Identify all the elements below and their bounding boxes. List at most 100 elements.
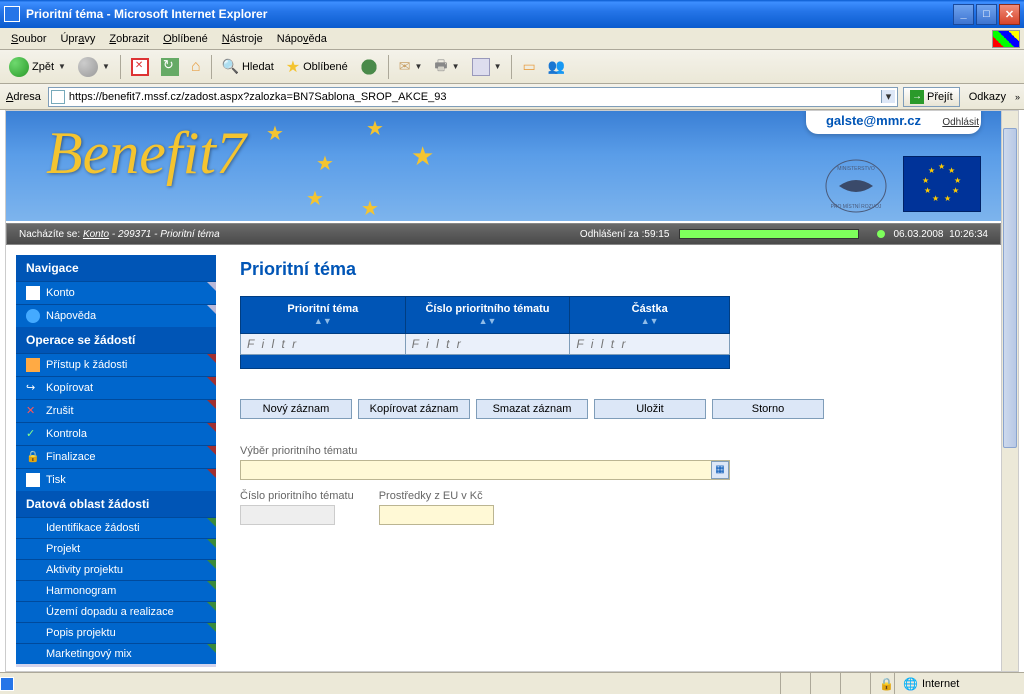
message-icon: ▭ xyxy=(522,58,535,75)
ulozit-button[interactable]: Uložit xyxy=(594,399,706,419)
messenger-button[interactable]: 👥 xyxy=(543,54,570,80)
window-title: Prioritní téma - Microsoft Internet Expl… xyxy=(26,7,953,21)
vertical-scrollbar[interactable] xyxy=(1001,111,1018,671)
print-button[interactable]: 🖶▼ xyxy=(429,54,464,80)
page-title: Prioritní téma xyxy=(240,259,977,280)
sort-icon[interactable]: ▲▼ xyxy=(314,316,332,326)
session-progress xyxy=(679,229,859,239)
sidebar-item-kopirovat[interactable]: ↪Kopírovat xyxy=(16,376,216,399)
sidebar-item-napoveda[interactable]: Nápověda xyxy=(16,304,216,327)
window-titlebar: Prioritní téma - Microsoft Internet Expl… xyxy=(0,0,1024,28)
menu-zobrazit[interactable]: Zobrazit xyxy=(102,31,156,47)
links-label[interactable]: Odkazy xyxy=(965,91,1010,103)
col-prioritni-tema[interactable]: Prioritní téma▲▼ xyxy=(241,297,406,334)
sidebar-item-kontrola[interactable]: ✓Kontrola xyxy=(16,422,216,445)
status-bar: 🔒 🌐Internet xyxy=(0,672,1024,694)
kopirovat-zaznam-button[interactable]: Kopírovat záznam xyxy=(358,399,470,419)
edit-button[interactable]: ▼ xyxy=(467,54,507,80)
forward-dropdown-icon[interactable]: ▼ xyxy=(102,62,110,71)
separator xyxy=(388,55,389,79)
logout-link[interactable]: Odhlásit xyxy=(942,117,979,128)
vyber-input[interactable]: ▦ xyxy=(240,460,730,480)
col-castka[interactable]: Částka▲▼ xyxy=(570,297,730,334)
sidebar-item-identifikace[interactable]: Identifikace žádosti xyxy=(16,517,216,538)
maximize-button[interactable]: □ xyxy=(976,4,997,25)
menu-napoveda[interactable]: Nápověda xyxy=(270,31,334,47)
sort-icon[interactable]: ▲▼ xyxy=(479,316,497,326)
mail-icon: ✉ xyxy=(399,58,411,75)
menu-nastroje[interactable]: Nástroje xyxy=(215,31,270,47)
go-label: Přejít xyxy=(927,91,953,103)
sidebar-item-tisk[interactable]: Tisk xyxy=(16,468,216,491)
separator xyxy=(120,55,121,79)
menu-upravy[interactable]: Úpravy xyxy=(53,31,102,47)
refresh-button[interactable] xyxy=(156,54,184,80)
filter-row xyxy=(241,334,730,355)
cancel-icon: ✕ xyxy=(26,404,40,418)
sidebar-item-konto[interactable]: Konto xyxy=(16,281,216,304)
back-dropdown-icon[interactable]: ▼ xyxy=(58,62,66,71)
history-button[interactable] xyxy=(355,54,383,80)
empty-row xyxy=(241,355,730,369)
sidebar-item-pristup[interactable]: Přístup k žádosti xyxy=(16,353,216,376)
filter-input-tema[interactable] xyxy=(241,334,405,354)
status-section xyxy=(840,673,870,694)
sidebar-item-aktivity[interactable]: Aktivity projektu xyxy=(16,559,216,580)
star-decoration: ★ xyxy=(316,151,334,176)
mail-button[interactable]: ✉▼ xyxy=(394,54,428,80)
sidebar-item-zrusit[interactable]: ✕Zrušit xyxy=(16,399,216,422)
svg-text:PRO MÍSTNÍ ROZVOJ: PRO MÍSTNÍ ROZVOJ xyxy=(831,203,882,210)
separator xyxy=(211,55,212,79)
search-button[interactable]: 🔍Hledat xyxy=(217,54,279,80)
picker-icon[interactable]: ▦ xyxy=(711,461,729,479)
sidebar-item-finalizace[interactable]: 🔒Finalizace xyxy=(16,445,216,468)
countdown-label: Odhlášení za : xyxy=(580,229,644,240)
forward-button[interactable]: ▼ xyxy=(73,54,115,80)
status-zone: 🌐Internet xyxy=(894,673,1024,694)
url-input[interactable] xyxy=(69,91,881,103)
help-icon xyxy=(26,309,40,323)
stop-button[interactable] xyxy=(126,54,154,80)
go-button[interactable]: → Přejít xyxy=(903,87,960,107)
status-dot-icon xyxy=(877,230,885,238)
ie-status-icon xyxy=(0,677,14,691)
vyber-label: Výběr prioritního tématu xyxy=(240,445,977,457)
sidebar-item-projekt[interactable]: Projekt xyxy=(16,538,216,559)
back-icon xyxy=(9,57,29,77)
breadcrumb-sep: - xyxy=(151,229,160,240)
page-icon xyxy=(51,90,65,104)
scrollbar-thumb[interactable] xyxy=(1003,128,1017,448)
close-button[interactable]: ✕ xyxy=(999,4,1020,25)
smazat-zaznam-button[interactable]: Smazat záznam xyxy=(476,399,588,419)
favorites-label: Oblíbené xyxy=(303,61,348,73)
minimize-button[interactable]: _ xyxy=(953,4,974,25)
lock-icon: 🔒 xyxy=(26,450,40,464)
menu-soubor[interactable]: SSouboroubor xyxy=(4,31,53,47)
history-icon xyxy=(360,58,378,76)
sidebar-item-harmonogram[interactable]: Harmonogram xyxy=(16,580,216,601)
favorites-button[interactable]: ★Oblíbené xyxy=(281,54,353,80)
nav-header-navigace: Navigace xyxy=(16,255,216,281)
access-icon xyxy=(26,358,40,372)
app-banner: Benefit7 ★ ★ ★ ★ ★ ★ galste@mmr.cz Odhlá… xyxy=(6,111,1001,221)
sidebar-item-marketing[interactable]: Marketingový mix xyxy=(16,643,216,667)
address-dropdown-icon[interactable]: ▾ xyxy=(881,90,895,103)
sidebar-item-uzemi[interactable]: Území dopadu a realizace xyxy=(16,601,216,622)
menu-oblibene[interactable]: Oblíbené xyxy=(156,31,215,47)
home-button[interactable]: ⌂ xyxy=(186,54,206,80)
sort-icon[interactable]: ▲▼ xyxy=(641,316,659,326)
breadcrumb-konto[interactable]: Konto xyxy=(83,229,109,240)
address-field[interactable]: ▾ xyxy=(48,87,898,107)
prostredky-input[interactable] xyxy=(379,505,494,525)
novy-zaznam-button[interactable]: Nový záznam xyxy=(240,399,352,419)
col-cislo[interactable]: Číslo prioritního tématu▲▼ xyxy=(405,297,570,334)
sidebar-item-popis[interactable]: Popis projektu xyxy=(16,622,216,643)
status-section xyxy=(810,673,840,694)
storno-button[interactable]: Storno xyxy=(712,399,824,419)
discuss-button[interactable]: ▭ xyxy=(517,54,540,80)
filter-input-cislo[interactable] xyxy=(406,334,570,354)
prostredky-label: Prostředky z EU v Kč xyxy=(379,490,494,502)
links-chevron-icon[interactable]: » xyxy=(1015,92,1020,102)
filter-input-castka[interactable] xyxy=(570,334,729,354)
back-button[interactable]: Zpět ▼ xyxy=(4,54,71,80)
